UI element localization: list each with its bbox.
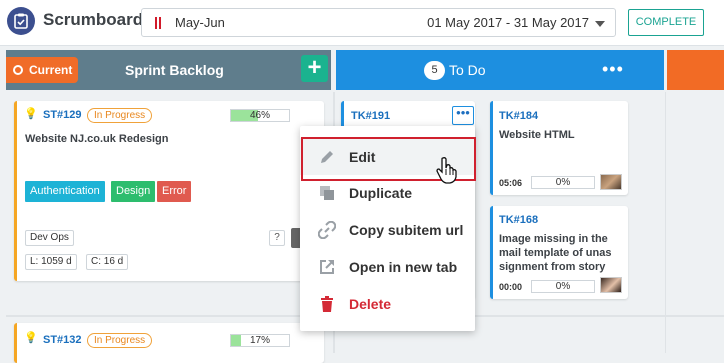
task-id-link[interactable]: TK#168 bbox=[499, 214, 538, 226]
menu-item-label: Duplicate bbox=[349, 185, 413, 201]
time-spent: 00:00 bbox=[499, 282, 523, 292]
story-id-link[interactable]: ST#132 bbox=[43, 334, 82, 346]
column-header-todo: 5 To Do ••• bbox=[336, 50, 664, 90]
app-logo[interactable] bbox=[7, 7, 35, 35]
trash-icon bbox=[321, 296, 333, 312]
complete-sprint-button[interactable]: COMPLETE bbox=[628, 9, 704, 36]
todo-count-badge: 5 bbox=[424, 61, 445, 80]
tag-error[interactable]: Error bbox=[157, 181, 192, 202]
progress-label: 0% bbox=[555, 177, 571, 188]
column-header-next bbox=[667, 50, 724, 90]
current-badge-label: Current bbox=[29, 63, 73, 77]
lead-time-label: L: 1059 d bbox=[25, 254, 77, 270]
task-card[interactable]: TK#184 Website HTML 05:06 0% bbox=[490, 101, 628, 195]
top-bar: Scrumboard May-Jun 01 May 2017 - 31 May … bbox=[0, 0, 724, 46]
menu-item-open-new-tab[interactable]: Open in new tab bbox=[300, 248, 475, 285]
task-options-button[interactable]: ••• bbox=[452, 106, 474, 125]
pause-icon bbox=[155, 17, 161, 29]
tag-design[interactable]: Design bbox=[111, 181, 156, 202]
progress-label: 46% bbox=[249, 110, 270, 121]
assignee-avatar[interactable] bbox=[600, 174, 622, 190]
task-id-link[interactable]: TK#184 bbox=[499, 110, 538, 122]
menu-item-label: Open in new tab bbox=[349, 259, 458, 275]
story-card[interactable]: 💡 ST#132 In Progress 17% bbox=[14, 323, 324, 363]
progress-label: 0% bbox=[555, 281, 571, 292]
progress-label: 17% bbox=[249, 335, 270, 346]
task-title: Website HTML bbox=[499, 129, 575, 141]
lightbulb-icon: 💡 bbox=[24, 332, 38, 344]
radio-dot-icon bbox=[13, 65, 23, 75]
column-options-button[interactable]: ••• bbox=[602, 59, 624, 80]
copy-icon bbox=[320, 186, 334, 200]
chevron-down-icon bbox=[595, 21, 605, 27]
menu-item-copy-url[interactable]: Copy subitem url bbox=[300, 211, 475, 248]
column-header-sprint-backlog: Current Sprint Backlog + bbox=[6, 50, 331, 90]
current-badge[interactable]: Current bbox=[6, 57, 78, 83]
task-card[interactable]: TK#168 Image missing in the mail templat… bbox=[490, 206, 628, 299]
assignee-avatar[interactable] bbox=[600, 277, 622, 293]
app-title: Scrumboard bbox=[43, 10, 144, 29]
progress-bar: 0% bbox=[531, 280, 595, 293]
progress-bar: 46% bbox=[230, 109, 290, 122]
column-title-todo: To Do bbox=[449, 62, 486, 78]
sprint-select[interactable]: May-Jun 01 May 2017 - 31 May 2017 bbox=[141, 8, 616, 37]
tag-authentication[interactable]: Authentication bbox=[25, 181, 105, 202]
link-icon bbox=[318, 221, 336, 239]
story-card[interactable]: 💡 ST#129 In Progress 46% Website NJ.co.u… bbox=[14, 101, 324, 281]
help-button[interactable]: ? bbox=[269, 230, 285, 246]
menu-item-delete[interactable]: Delete bbox=[300, 285, 475, 322]
lightbulb-icon: 💡 bbox=[24, 108, 38, 120]
story-title: Website NJ.co.uk Redesign bbox=[25, 133, 169, 145]
task-id-link[interactable]: TK#191 bbox=[351, 110, 390, 122]
team-label: Dev Ops bbox=[25, 230, 74, 246]
status-badge: In Progress bbox=[87, 333, 153, 348]
hand-cursor-icon bbox=[436, 157, 457, 184]
clipboard-check-icon bbox=[14, 13, 28, 29]
sprint-name: May-Jun bbox=[175, 15, 225, 30]
progress-bar: 17% bbox=[230, 334, 290, 347]
time-spent: 05:06 bbox=[499, 178, 523, 188]
menu-item-label: Copy subitem url bbox=[349, 222, 464, 238]
status-badge: In Progress bbox=[87, 108, 153, 123]
progress-bar: 0% bbox=[531, 176, 595, 189]
cycle-time-label: C: 16 d bbox=[86, 254, 129, 270]
lane-divider bbox=[665, 92, 666, 353]
task-title: Image missing in the mail template of un… bbox=[499, 233, 612, 273]
external-link-icon bbox=[320, 260, 334, 274]
story-id-link[interactable]: ST#129 bbox=[43, 109, 82, 121]
menu-item-label: Delete bbox=[349, 296, 392, 312]
sprint-date-range: 01 May 2017 - 31 May 2017 bbox=[427, 15, 589, 30]
column-title-sprint-backlog: Sprint Backlog bbox=[125, 62, 224, 78]
add-item-button[interactable]: + bbox=[301, 55, 328, 82]
